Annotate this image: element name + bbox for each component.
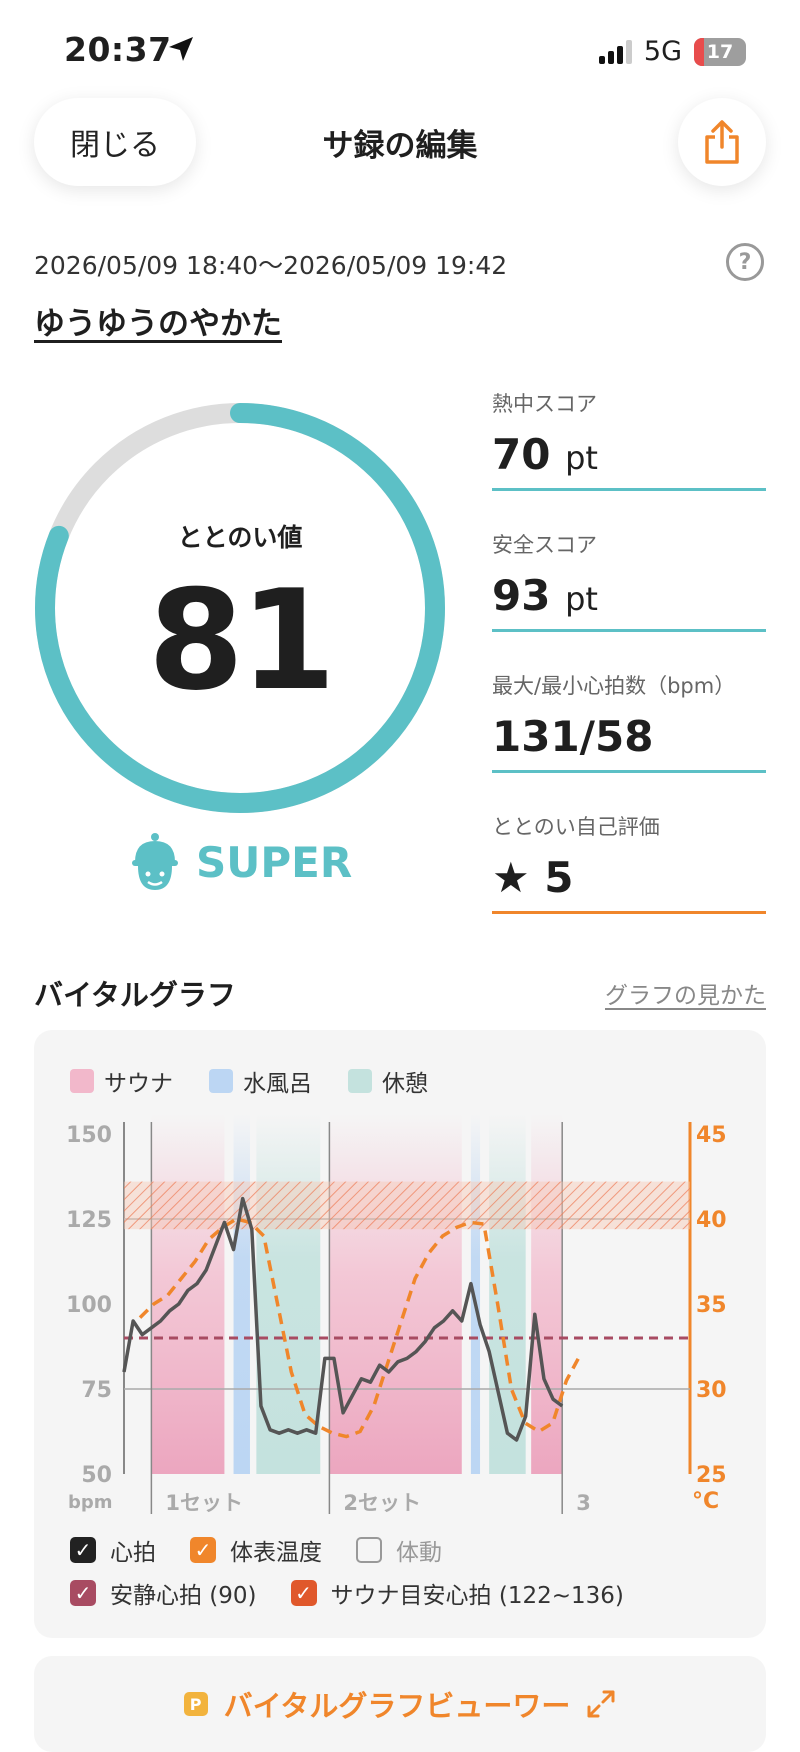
phase-legend: サウナ 水風呂 休憩: [70, 1064, 428, 1098]
rank-badge: SUPER: [130, 832, 352, 892]
vital-viewer-button[interactable]: P バイタルグラフビューワー: [34, 1656, 766, 1752]
y-tick-label: 75: [81, 1378, 112, 1403]
stat-value: ★ 5: [492, 853, 574, 902]
phase-band: [531, 1114, 563, 1474]
phase-band: [151, 1114, 225, 1474]
expand-icon: [587, 1690, 615, 1718]
toggle-sauna-target-hr[interactable]: ✓ サウナ目安心拍 (122~136): [290, 1576, 624, 1610]
totonoi-label: ととのい値: [177, 523, 303, 552]
stat-label: 最大/最小心拍数（bpm）: [492, 674, 736, 698]
set-label: 2セット: [343, 1491, 421, 1515]
stat-value: 70: [492, 430, 551, 479]
sauna-hat-icon: [132, 833, 178, 890]
status-time: 20:37: [64, 30, 172, 69]
set-label: 3: [576, 1491, 591, 1515]
y2-tick-label: 35: [696, 1293, 727, 1318]
status-indicators: 5G 17: [598, 36, 746, 67]
section-title: バイタルグラフ: [34, 978, 236, 1012]
totonoi-value: 81: [147, 560, 336, 721]
share-button[interactable]: [678, 98, 766, 186]
divider: [492, 911, 766, 915]
y2-axis-unit: °C: [692, 1489, 719, 1514]
divider: [492, 488, 766, 492]
set-label: 1セット: [165, 1491, 243, 1515]
toggle-label: 体表温度: [230, 1540, 322, 1566]
y2-tick-label: 30: [696, 1378, 727, 1403]
stat-unit: pt: [565, 580, 598, 618]
divider: [492, 770, 766, 774]
series-toggles-row2: ✓ 安静心拍 (90) ✓ サウナ目安心拍 (122~136): [70, 1576, 624, 1610]
y-axis-unit: bpm: [68, 1492, 113, 1513]
stat-label: 熱中スコア: [492, 392, 597, 416]
checkbox[interactable]: [356, 1537, 382, 1563]
divider: [492, 629, 766, 633]
toggle-motion[interactable]: 体動: [356, 1533, 442, 1567]
y-tick-label: 50: [81, 1463, 112, 1488]
y2-tick-label: 40: [696, 1208, 727, 1233]
viewer-label: バイタルグラフビューワー: [223, 1689, 571, 1723]
stat-value: 93: [492, 571, 551, 620]
stat-label: ととのい自己評価: [492, 815, 660, 839]
y-tick-label: 150: [66, 1123, 112, 1148]
checkbox[interactable]: ✓: [70, 1537, 96, 1563]
battery-level: 17: [706, 40, 734, 63]
self-rating[interactable]: ととのい自己評価 ★ 5: [492, 811, 766, 915]
signal-icon: [598, 39, 632, 64]
legend-label: サウナ: [104, 1071, 173, 1097]
stat-unit: pt: [565, 439, 598, 477]
y-tick-label: 100: [66, 1293, 112, 1318]
battery-icon: 17: [694, 37, 746, 66]
y2-tick-label: 45: [696, 1123, 727, 1148]
toggle-label: サウナ目安心拍 (122~136): [330, 1583, 624, 1609]
y-tick-label: 125: [66, 1208, 112, 1233]
checkbox[interactable]: ✓: [190, 1537, 216, 1563]
help-icon[interactable]: ?: [726, 243, 764, 281]
legend-swatch: [209, 1069, 233, 1093]
legend-sauna: サウナ: [70, 1064, 173, 1098]
toggle-skin-temp[interactable]: ✓ 体表温度: [190, 1533, 322, 1567]
network-type: 5G: [643, 36, 682, 67]
premium-icon: P: [183, 1692, 208, 1716]
rank-text: SUPER: [196, 837, 353, 887]
heat-score: 熱中スコア 70 pt: [492, 388, 766, 492]
legend-swatch: [70, 1069, 94, 1093]
checkbox[interactable]: ✓: [290, 1580, 317, 1606]
legend-rest: 休憩: [348, 1064, 428, 1098]
legend-label: 水風呂: [243, 1071, 312, 1097]
phase-band: [233, 1114, 250, 1474]
phase-band: [329, 1114, 462, 1474]
toggle-resting-hr[interactable]: ✓ 安静心拍 (90): [70, 1576, 257, 1610]
share-icon: [705, 120, 739, 164]
graph-howto-link[interactable]: グラフの見かた: [605, 976, 766, 1010]
legend-cold-bath: 水風呂: [209, 1064, 312, 1098]
stat-value: 131/58: [492, 712, 654, 761]
date-range: 2026/05/09 18:40～2026/05/09 19:42: [34, 251, 508, 280]
sauna-target-band: [124, 1181, 690, 1230]
toggle-label: 体動: [396, 1540, 442, 1566]
facility-link[interactable]: ゆうゆうのやかた: [34, 298, 282, 343]
toggle-label: 心拍: [110, 1540, 156, 1566]
y2-tick-label: 25: [696, 1463, 727, 1488]
series-toggles-row1: ✓ 心拍 ✓ 体表温度 体動: [70, 1533, 442, 1567]
toggle-heart-rate[interactable]: ✓ 心拍: [70, 1533, 156, 1567]
vital-chart: 150 125 100 75 50 45 40 35 30 25 bpm °C 1セット 2セット 3: [66, 1114, 727, 1515]
toggle-label: 安静心拍 (90): [110, 1583, 257, 1609]
legend-swatch: [348, 1069, 372, 1093]
safety-score: 安全スコア 93 pt: [492, 529, 766, 633]
heart-rate-range: 最大/最小心拍数（bpm） 131/58: [492, 670, 766, 774]
stat-label: 安全スコア: [492, 533, 597, 557]
legend-label: 休憩: [382, 1071, 428, 1097]
location-arrow-icon: [166, 34, 196, 68]
checkbox[interactable]: ✓: [70, 1580, 96, 1606]
